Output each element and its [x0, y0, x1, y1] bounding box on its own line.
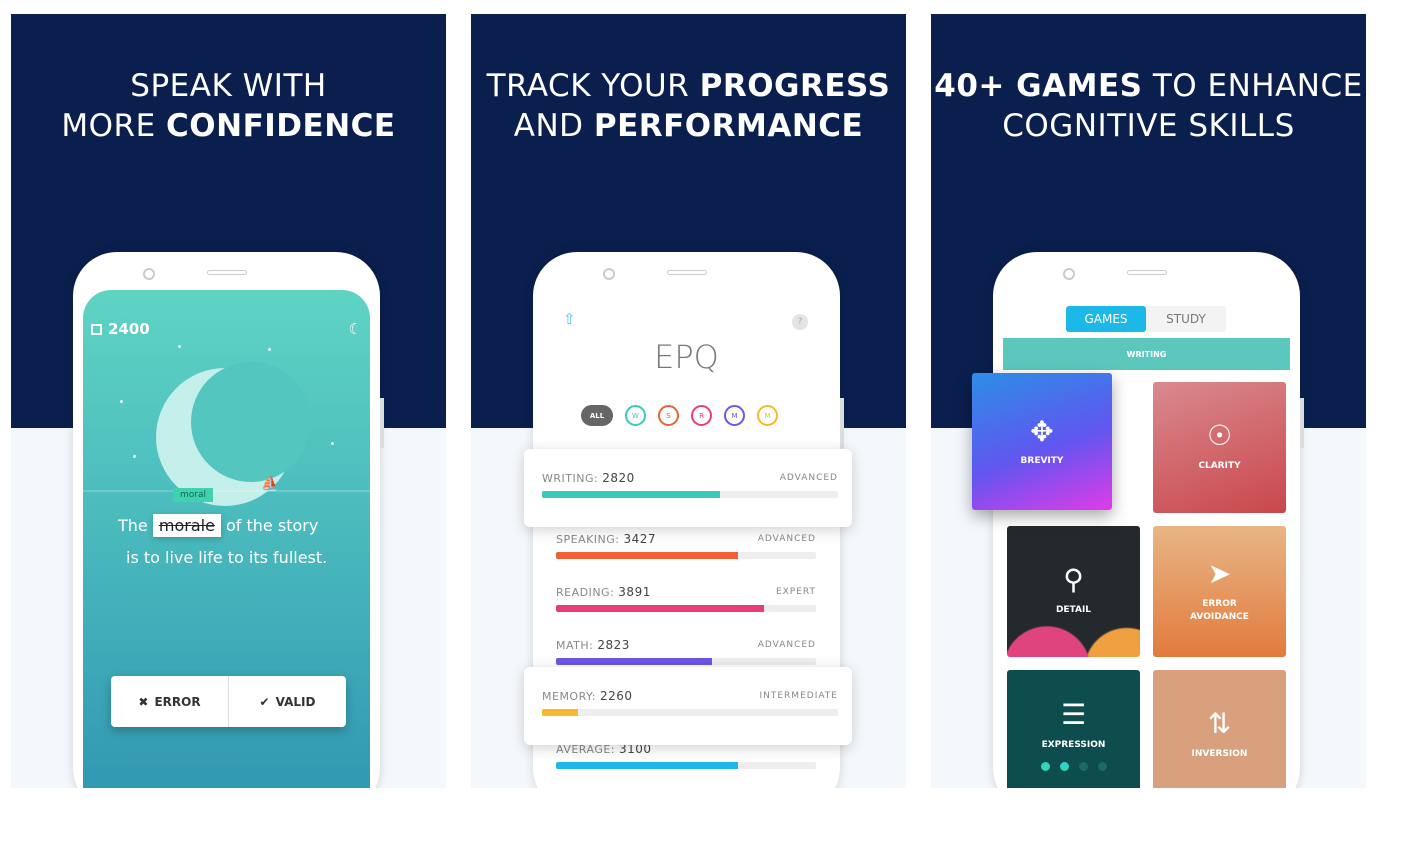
- progress-bar: [542, 491, 838, 498]
- page-dot[interactable]: [1078, 761, 1088, 771]
- level-badge: INTERMEDIATE: [759, 691, 838, 701]
- stat-row[interactable]: READING: 3891 EXPERT: [533, 585, 840, 635]
- close-icon: ✖: [138, 694, 149, 709]
- page-dot[interactable]: [1059, 761, 1069, 771]
- stat-label: MATH: 2823: [556, 638, 630, 652]
- game-tile-detail[interactable]: ⚲ DETAIL: [1007, 526, 1140, 657]
- focus-icon: ☉: [1206, 419, 1233, 452]
- stat-row[interactable]: SPEAKING: 3427 ADVANCED: [533, 532, 840, 582]
- check-icon: ✔: [259, 694, 270, 709]
- share-icon[interactable]: ⇧: [563, 310, 576, 328]
- stat-label: READING: 3891: [556, 585, 651, 599]
- level-badge: ADVANCED: [779, 473, 838, 483]
- stat-label: MEMORY: 2260: [542, 689, 633, 703]
- stat-row[interactable]: AVERAGE: 3100: [533, 742, 840, 788]
- level-badge: ADVANCED: [757, 534, 816, 544]
- phone-frame: GAMES STUDY WRITING ☉ CLARITY ⚲ DETAIL ➤ ERRO…: [972, 252, 1304, 788]
- phone-frame: ⇧ ? EPQ ALL W S R M M WRITING: 2820 ADVANCED SP…: [524, 252, 852, 788]
- stat-row[interactable]: MEMORY: 2260 INTERMEDIATE: [524, 667, 852, 745]
- game-tile-expression[interactable]: ☰ EXPRESSION: [1007, 670, 1140, 788]
- side-button: [380, 398, 384, 448]
- arrows-in-icon: ✥: [1030, 414, 1054, 448]
- tab-games[interactable]: GAMES: [1066, 306, 1146, 332]
- headline: 40+ GAMES TO ENHANCE COGNITIVE SKILLS: [934, 68, 1363, 144]
- stat-label: SPEAKING: 3427: [556, 532, 657, 546]
- level-badge: ADVANCED: [757, 640, 816, 650]
- panel-speak: SPEAK WITH MORE CONFIDENCE 2400 ☾ ⛵ mora…: [11, 14, 446, 788]
- error-button[interactable]: ✖ ERROR: [111, 676, 228, 727]
- search-icon: ⚲: [1063, 563, 1084, 596]
- page-dot[interactable]: [1097, 761, 1107, 771]
- word-chip[interactable]: morale: [152, 514, 221, 537]
- stat-label: WRITING: 2820: [542, 471, 635, 485]
- speak-screen: 2400 ☾ ⛵ moral The morale of the story i…: [83, 290, 370, 788]
- page-dots: [1040, 761, 1107, 771]
- games-screen: GAMES STUDY WRITING ☉ CLARITY ⚲ DETAIL ➤ ERRO…: [1003, 290, 1290, 788]
- progress-bar: [556, 552, 816, 559]
- phone-frame: 2400 ☾ ⛵ moral The morale of the story i…: [73, 252, 384, 788]
- panel-games: 40+ GAMES TO ENHANCE COGNITIVE SKILLS GA…: [931, 14, 1366, 788]
- progress-bar: [556, 658, 816, 665]
- camera: [143, 268, 155, 280]
- filter-chips: ALL W S R M M: [581, 405, 778, 426]
- correction-tag: moral: [173, 488, 213, 502]
- panel-progress: TRACK YOUR PROGRESS AND PERFORMANCE ⇧ ? …: [471, 14, 906, 788]
- progress-bar: [542, 709, 838, 716]
- score-icon: [91, 323, 102, 335]
- stat-row[interactable]: WRITING: 2820 ADVANCED: [524, 449, 852, 527]
- game-tile-inversion[interactable]: ⇅ INVERSION: [1153, 670, 1286, 788]
- category-header: WRITING: [1003, 338, 1290, 370]
- filter-chip[interactable]: R: [691, 405, 712, 426]
- filter-chip[interactable]: S: [658, 405, 679, 426]
- headline: TRACK YOUR PROGRESS AND PERFORMANCE: [486, 68, 891, 144]
- level-badge: EXPERT: [775, 587, 816, 597]
- game-tile-error-avoidance[interactable]: ➤ ERROR AVOIDANCE: [1153, 526, 1286, 657]
- signpost-icon: ➤: [1207, 556, 1232, 590]
- filter-chip[interactable]: M: [757, 405, 778, 426]
- filter-chip[interactable]: M: [724, 405, 745, 426]
- valid-button[interactable]: ✔ VALID: [228, 676, 346, 727]
- answer-buttons: ✖ ERROR ✔ VALID: [111, 676, 346, 727]
- progress-bar: [556, 605, 816, 612]
- tab-study[interactable]: STUDY: [1146, 306, 1226, 332]
- progress-bar: [556, 762, 816, 769]
- game-tile-brevity[interactable]: ✥ BREVITY: [972, 373, 1112, 510]
- tab-bar: GAMES STUDY: [1066, 306, 1226, 332]
- game-tile-clarity[interactable]: ☉ CLARITY: [1153, 382, 1286, 513]
- speaker: [207, 270, 247, 275]
- filter-chip[interactable]: ALL: [581, 405, 613, 426]
- help-icon[interactable]: ?: [792, 314, 808, 330]
- page-dot[interactable]: [1040, 761, 1050, 771]
- moon-icon[interactable]: ☾: [349, 320, 362, 338]
- score-display: 2400: [91, 320, 150, 338]
- swap-arrows-icon: ⇅: [1207, 707, 1232, 740]
- filter-chip[interactable]: W: [625, 405, 646, 426]
- sentence: The morale of the story is to live life …: [118, 514, 328, 567]
- text-lines-icon: ☰: [1060, 697, 1087, 731]
- headline: SPEAK WITH MORE CONFIDENCE: [61, 68, 396, 144]
- page-title: EPQ: [654, 338, 719, 376]
